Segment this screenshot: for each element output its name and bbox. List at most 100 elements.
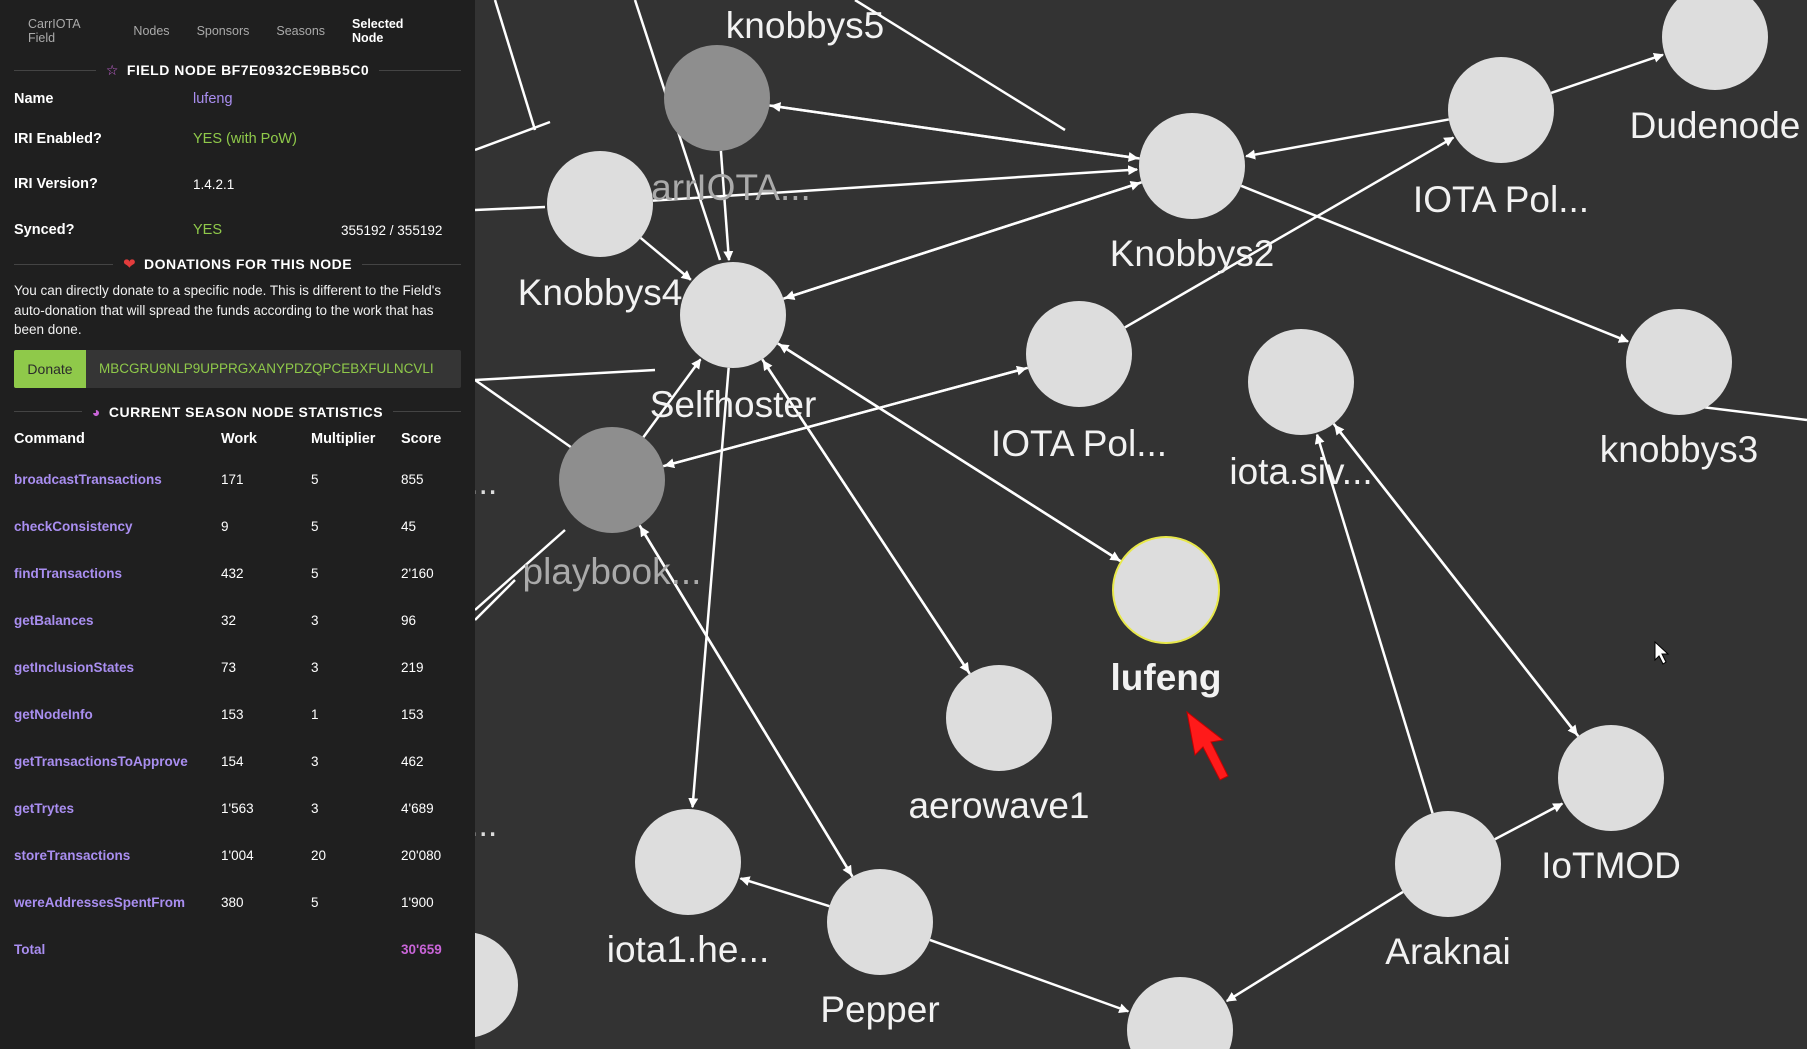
col-score: Score	[401, 430, 442, 447]
donation-address[interactable]: MBCGRU9NLP9UPPRGXANYPDZQPCEBXFULNCVLI	[86, 349, 461, 388]
work-value: 9	[221, 518, 229, 534]
graph-node-araknai[interactable]	[1395, 811, 1501, 917]
graph-node-pepper[interactable]	[827, 869, 933, 975]
col-work: Work	[221, 430, 257, 447]
score-value: 20'080	[401, 847, 442, 863]
command-link[interactable]: broadcastTransactions	[14, 456, 221, 503]
command-link[interactable]: getNodeInfo	[14, 691, 221, 738]
graph-node-label: iota.siv...	[1229, 451, 1372, 492]
total-row: Total 30'659	[14, 926, 461, 973]
work-value: 154	[221, 753, 244, 769]
graph-node-label: Selfhoster	[650, 384, 817, 425]
graph-edge	[475, 120, 551, 152]
graph-node-label: IOTA Pol...	[991, 423, 1167, 464]
work-value: 1'563	[221, 800, 254, 816]
graph-node-carriota[interactable]	[664, 45, 770, 151]
graph-node-label: Knobbys2	[1110, 233, 1275, 274]
field-node-title: FIELD NODE BF7E0932CE9BB5C0	[126, 62, 370, 78]
graph-node-knobbys2[interactable]	[1139, 113, 1245, 219]
graph-nodes	[475, 0, 1768, 1049]
score-value: 1'900	[401, 894, 434, 910]
graph-node-label: IOTA Pol...	[1413, 179, 1589, 220]
synced-row: Synced? YES 355192 / 355192	[14, 206, 461, 254]
graph-node-lufeng[interactable]	[1112, 536, 1220, 644]
command-link[interactable]: getBalances	[14, 597, 221, 644]
iri-version-value: 1.4.2.1	[193, 176, 235, 192]
table-row: wereAddressesSpentFrom 380 5 1'900	[14, 879, 461, 926]
score-value: 4'689	[401, 800, 434, 816]
graph-node-iotasiv[interactable]	[1248, 329, 1354, 435]
tab-seasons[interactable]: Seasons	[276, 24, 325, 38]
score-value: 462	[401, 753, 424, 769]
command-link[interactable]: storeTransactions	[14, 832, 221, 879]
multiplier-value: 3	[311, 659, 319, 675]
graph-node-iotmod[interactable]	[1558, 725, 1664, 831]
iri-version-label: IRI Version?	[14, 176, 98, 192]
graph-edge	[770, 102, 1140, 160]
command-link[interactable]: findTransactions	[14, 550, 221, 597]
graph-node-knobbys3[interactable]	[1626, 309, 1732, 415]
pointer-arrow-icon	[1186, 710, 1229, 781]
synced-value: YES	[193, 222, 223, 238]
tab-selected-node[interactable]: Selected Node	[352, 17, 434, 45]
table-row: getBalances 32 3 96	[14, 597, 461, 644]
graph-edge	[475, 378, 576, 452]
command-link[interactable]: checkConsistency	[14, 503, 221, 550]
graph-node-dudenode[interactable]	[1662, 0, 1768, 90]
multiplier-value: 5	[311, 471, 319, 487]
table-row: findTransactions 432 5 2'160	[14, 550, 461, 597]
multiplier-value: 20	[311, 847, 327, 863]
graph-node-iotapol2[interactable]	[1026, 301, 1132, 407]
network-graph[interactable]: knobbys5 arrIOTA... Knobbys4 Selfhoster play…	[475, 0, 1807, 1049]
command-link[interactable]: getTransactionsToApprove	[14, 738, 221, 785]
command-link[interactable]: wereAddressesSpentFrom	[14, 879, 221, 926]
work-value: 153	[221, 706, 244, 722]
graph-edge	[783, 181, 1141, 300]
stats-table: Command Work Multiplier Score broadcastT…	[14, 422, 461, 973]
table-row: getInclusionStates 73 3 219	[14, 644, 461, 691]
graph-node-playbook[interactable]	[559, 427, 665, 533]
field-node-header: ☆ FIELD NODE BF7E0932CE9BB5C0	[14, 60, 461, 80]
command-link[interactable]: getTrytes	[14, 785, 221, 832]
donate-button[interactable]: Donate	[14, 349, 86, 388]
graph-node-bottom[interactable]	[1127, 977, 1233, 1049]
graph-node-selfhoster[interactable]	[680, 262, 786, 368]
score-value: 219	[401, 659, 424, 675]
tab-carriota-field[interactable]: CarrIOTA Field	[28, 17, 106, 45]
graph-edge	[475, 368, 656, 382]
graph-node-label: knobbys3	[1600, 429, 1758, 470]
star-icon: ☆	[105, 61, 119, 78]
graph-edge	[739, 876, 830, 908]
graph-node-bottomleft[interactable]	[475, 932, 518, 1038]
table-row: getTrytes 1'563 3 4'689	[14, 785, 461, 832]
total-mult-empty	[311, 926, 401, 973]
graph-node-label: iota1.he...	[607, 929, 770, 970]
table-row: getTransactionsToApprove 154 3 462	[14, 738, 461, 785]
tab-sponsors[interactable]: Sponsors	[197, 24, 250, 38]
iri-version-row: IRI Version? 1.4.2.1	[14, 162, 461, 206]
graph-node-iotapol1[interactable]	[1448, 57, 1554, 163]
score-value: 855	[401, 471, 424, 487]
node-name-link[interactable]: lufeng	[193, 91, 233, 107]
work-value: 432	[221, 565, 244, 581]
graph-node-knobbys4[interactable]	[547, 151, 653, 257]
graph-node-label: Pepper	[820, 989, 939, 1030]
graph-node-label: knobbys5	[726, 5, 884, 46]
name-label: Name	[14, 91, 54, 107]
command-link[interactable]: getInclusionStates	[14, 644, 221, 691]
donations-header: ❤ DONATIONS FOR THIS NODE	[14, 254, 462, 274]
col-multiplier: Multiplier	[311, 430, 376, 447]
tab-nodes[interactable]: Nodes	[133, 24, 169, 38]
pie-chart-icon: ◕	[91, 403, 101, 420]
iri-enabled-row: IRI Enabled? YES (with PoW)	[14, 116, 461, 162]
graph-node-label: Knobbys4	[518, 272, 683, 313]
selected-node-panel: CarrIOTA Field Nodes Sponsors Seasons Se…	[0, 0, 475, 1049]
mouse-cursor-icon	[1654, 640, 1670, 665]
graph-node-iota1he[interactable]	[635, 809, 741, 915]
multiplier-value: 5	[311, 565, 319, 581]
graph-edge	[475, 579, 516, 621]
total-score: 30'659	[401, 941, 442, 957]
iri-enabled-label: IRI Enabled?	[14, 131, 102, 147]
stats-header-row: Command Work Multiplier Score	[14, 422, 461, 456]
graph-node-aerowave1[interactable]	[946, 665, 1052, 771]
